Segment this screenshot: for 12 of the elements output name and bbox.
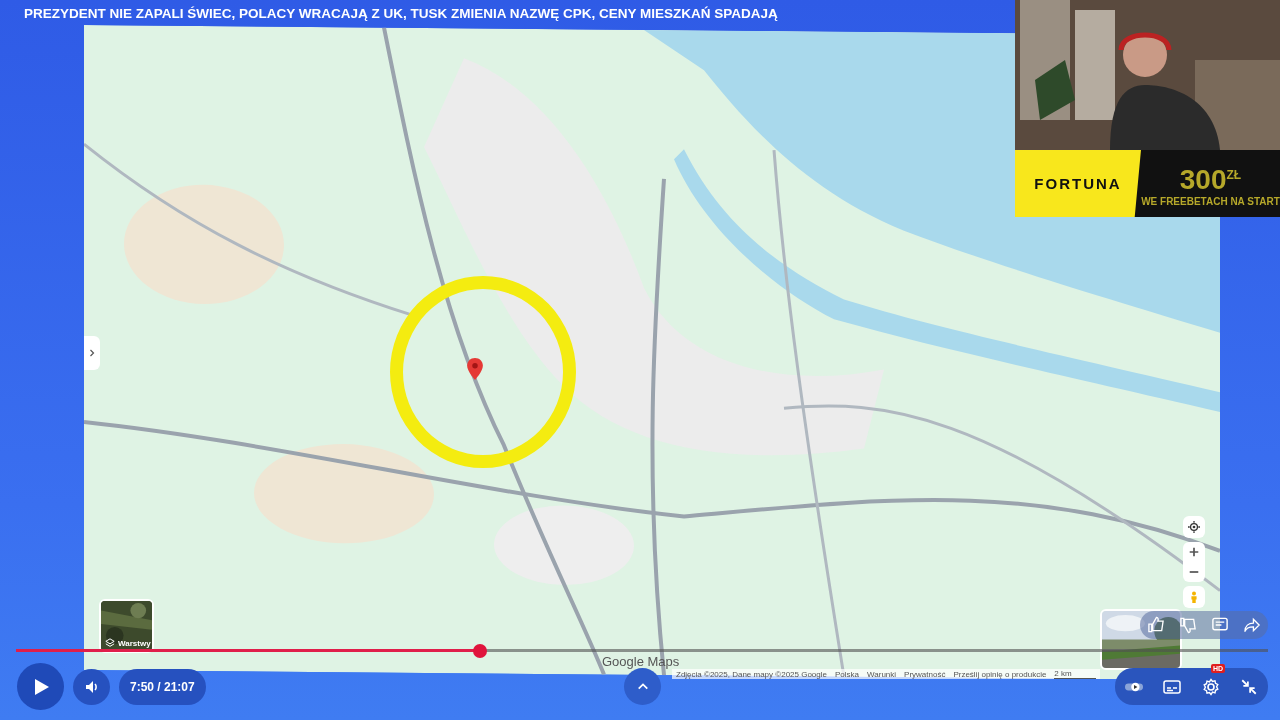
play-button[interactable]: [17, 663, 64, 710]
settings-button[interactable]: [1201, 677, 1220, 696]
volume-button[interactable]: [73, 669, 110, 705]
settings-icon: [1201, 677, 1220, 696]
subtitles-icon: [1163, 677, 1182, 696]
speaker-icon: [83, 679, 100, 695]
video-headline: PREZYDENT NIE ZAPALI ŚWIEC, POLACY WRACAJĄ Z UK, TUSK ZMIENIA NAZWĘ CPK, CENY MIESZKAŃ SPADAJĄ: [24, 6, 778, 21]
exit-fullscreen-button[interactable]: [1239, 677, 1258, 696]
share-arrow-icon: [1243, 616, 1261, 634]
share-button[interactable]: [1243, 616, 1261, 634]
subtitles-button[interactable]: [1163, 677, 1182, 696]
collapse-arrows-icon: [1239, 677, 1258, 696]
